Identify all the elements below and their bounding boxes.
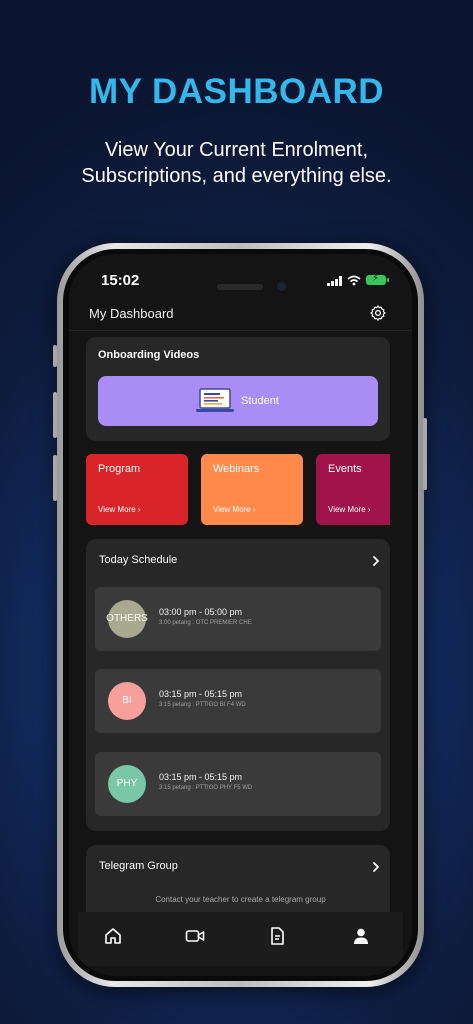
telegram-chevron-right-icon[interactable] xyxy=(371,862,381,872)
schedule-time: 03:00 pm - 05:00 pm xyxy=(159,607,243,617)
subject-avatar: OTHERS xyxy=(106,600,148,638)
phone-screen: 15:02 ⚡ My Dashboard Onboarding Videos S… xyxy=(69,254,412,976)
phone-button-silent xyxy=(53,345,57,367)
profile-icon[interactable] xyxy=(351,926,371,946)
headline: MY DASHBOARD xyxy=(88,72,385,111)
events-tile[interactable]: Events View More › xyxy=(316,454,390,525)
settings-gear-icon[interactable] xyxy=(369,304,387,322)
webinars-view-more[interactable]: View More › xyxy=(213,505,256,514)
telegram-group-title: Telegram Group xyxy=(99,860,178,872)
events-view-more[interactable]: View More › xyxy=(328,505,371,514)
home-icon[interactable] xyxy=(103,926,123,946)
schedule-detail: 3:15 petang : PTTIGO BI F4 WD xyxy=(159,702,246,708)
page-title: My Dashboard xyxy=(89,306,174,321)
app-bar: My Dashboard xyxy=(69,296,412,331)
subline-line-2: Subscriptions, and everything else. xyxy=(81,165,392,187)
document-icon[interactable] xyxy=(267,926,287,946)
program-label: Program xyxy=(98,463,141,475)
battery-tip xyxy=(387,278,389,282)
schedule-time: 03:15 pm - 05:15 pm xyxy=(159,689,243,699)
schedule-detail: 3:15 petang : PTTIGO PHY F5 WD xyxy=(159,785,253,791)
phone-button-volume-down xyxy=(53,455,57,501)
charging-icon: ⚡ xyxy=(372,273,380,284)
speaker-grille xyxy=(217,284,263,290)
bottom-tab-bar xyxy=(78,912,403,966)
program-tile[interactable]: Program View More › xyxy=(86,454,188,525)
wifi-icon xyxy=(347,275,361,286)
video-icon[interactable] xyxy=(185,926,205,946)
status-bar: 15:02 ⚡ xyxy=(69,270,412,294)
onboarding-card: Onboarding Videos Student xyxy=(86,337,390,441)
subline: View Your Current Enrolment, Subscriptio… xyxy=(0,137,473,189)
subject-avatar: PHY xyxy=(108,765,146,803)
cellular-signal-icon xyxy=(327,276,342,286)
schedule-row[interactable]: OTHERS 03:00 pm - 05:00 pm 3:00 petang :… xyxy=(95,587,381,651)
student-video-button[interactable]: Student xyxy=(98,376,378,426)
schedule-detail: 3:00 petang : OTC PREMIER CHE xyxy=(159,620,252,626)
schedule-chevron-right-icon[interactable] xyxy=(371,556,381,566)
laptop-icon xyxy=(196,388,234,412)
subline-line-1: View Your Current Enrolment, xyxy=(104,139,369,161)
schedule-time: 03:15 pm - 05:15 pm xyxy=(159,772,243,782)
phone-button-volume-up xyxy=(53,392,57,438)
student-label: Student xyxy=(241,395,279,407)
program-view-more[interactable]: View More › xyxy=(98,505,141,514)
phone-button-power xyxy=(423,418,427,490)
today-schedule-title: Today Schedule xyxy=(99,554,178,566)
webinars-tile[interactable]: Webinars View More › xyxy=(201,454,303,525)
front-camera xyxy=(277,282,286,291)
onboarding-title: Onboarding Videos xyxy=(98,349,200,361)
telegram-note: Contact your teacher to create a telegra… xyxy=(155,895,326,904)
subject-avatar: BI xyxy=(108,682,146,720)
webinars-label: Webinars xyxy=(213,463,260,475)
schedule-row[interactable]: BI 03:15 pm - 05:15 pm 3:15 petang : PTT… xyxy=(95,669,381,733)
events-label: Events xyxy=(328,463,362,475)
schedule-row[interactable]: PHY 03:15 pm - 05:15 pm 3:15 petang : PT… xyxy=(95,752,381,816)
status-time: 15:02 xyxy=(101,272,140,289)
